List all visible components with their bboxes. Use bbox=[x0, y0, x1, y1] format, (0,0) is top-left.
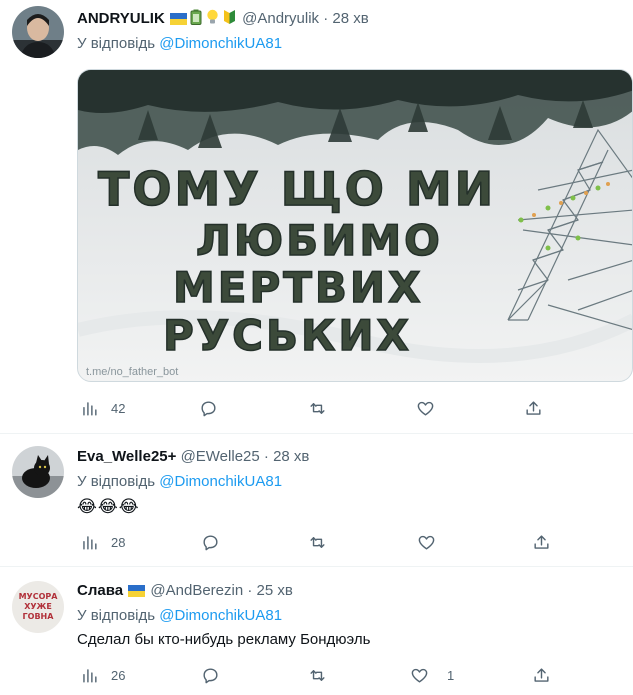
like-button[interactable] bbox=[417, 528, 448, 556]
media-watermark: t.me/no_father_bot bbox=[86, 366, 178, 378]
tweet-actions: 42 bbox=[77, 394, 577, 422]
reply-mention-link[interactable]: @DimonchikUA81 bbox=[159, 35, 282, 52]
tweet-eva-welle[interactable]: Eva_Welle25+ @EWelle25 · 28 хв У відпові… bbox=[0, 434, 633, 566]
tweet-photo[interactable]: ТОМУ ЩО МИ ЛЮБИМО МЕРТВИХ РУСЬКИХ t.me/n… bbox=[77, 69, 633, 382]
author-name[interactable]: Слава bbox=[77, 582, 123, 599]
views-count: 42 bbox=[111, 400, 126, 416]
avatar[interactable] bbox=[12, 6, 64, 58]
share-icon bbox=[534, 667, 549, 682]
retweet-button[interactable] bbox=[308, 661, 339, 689]
reply-prefix: У відповідь bbox=[77, 473, 156, 490]
tweet-text: Сделал бы кто-нибудь рекламу Бондюэль bbox=[77, 631, 371, 648]
media-text-line-1: ТОМУ ЩО МИ bbox=[98, 162, 496, 216]
avatar[interactable]: МУСОРА ХУЖЕ ГОВНА bbox=[12, 581, 64, 633]
separator-dot: · bbox=[247, 582, 253, 599]
views-button[interactable]: 28 bbox=[80, 528, 125, 556]
tweet-timestamp[interactable]: 28 хв bbox=[273, 448, 309, 465]
author-handle[interactable]: @Andryulik bbox=[242, 10, 319, 27]
tweet-andryulik[interactable]: ANDRYULIK @Andryulik · 28 хв У відповідь… bbox=[0, 0, 633, 433]
share-icon bbox=[534, 534, 549, 549]
views-button[interactable]: 26 bbox=[80, 661, 125, 689]
views-count: 28 bbox=[111, 534, 126, 550]
heart-icon bbox=[411, 668, 428, 683]
like-count: 1 bbox=[447, 667, 455, 683]
avatar-sign-line-2: ХУЖЕ bbox=[24, 602, 52, 611]
views-count: 26 bbox=[111, 667, 126, 683]
tweet-actions: 26 1 bbox=[77, 661, 577, 689]
media-text-line-2: ЛЮБИМО bbox=[196, 216, 443, 265]
tweet-header: Слава @AndBerezin · 25 хв bbox=[77, 581, 293, 601]
reply-prefix: У відповідь bbox=[77, 607, 156, 624]
avatar[interactable] bbox=[12, 446, 64, 498]
share-icon bbox=[526, 400, 541, 415]
retweet-icon bbox=[310, 402, 325, 414]
tweet-header: Eva_Welle25+ @EWelle25 · 28 хв bbox=[77, 447, 309, 467]
reply-mention-link[interactable]: @DimonchikUA81 bbox=[159, 473, 282, 490]
views-icon bbox=[83, 535, 97, 550]
reply-context: У відповідь @DimonchikUA81 bbox=[77, 472, 282, 492]
author-name[interactable]: ANDRYULIK bbox=[77, 10, 165, 27]
media-text-line-3: МЕРТВИХ bbox=[173, 263, 423, 312]
share-button[interactable] bbox=[532, 661, 551, 689]
author-handle[interactable]: @AndBerezin bbox=[150, 582, 243, 599]
ukraine-flag-icon bbox=[169, 13, 187, 25]
share-button[interactable] bbox=[524, 394, 543, 422]
reply-button[interactable] bbox=[199, 394, 230, 422]
ukraine-flag-icon bbox=[128, 585, 146, 597]
author-handle[interactable]: @EWelle25 bbox=[181, 448, 260, 465]
author-name[interactable]: Eva_Welle25+ bbox=[77, 448, 176, 465]
avatar-sign-line-3: ГОВНА bbox=[22, 612, 54, 621]
reply-icon bbox=[203, 667, 218, 683]
reply-context: У відповідь @DimonchikUA81 bbox=[77, 606, 282, 626]
retweet-button[interactable] bbox=[308, 394, 339, 422]
tweet-timestamp[interactable]: 28 хв bbox=[332, 10, 368, 27]
retweet-button[interactable] bbox=[308, 528, 339, 556]
views-icon bbox=[83, 668, 97, 683]
reply-icon bbox=[203, 534, 218, 550]
reply-context: У відповідь @DimonchikUA81 bbox=[77, 34, 282, 54]
reply-button[interactable] bbox=[201, 661, 232, 689]
tweet-timestamp[interactable]: 25 хв bbox=[257, 582, 293, 599]
reply-mention-link[interactable]: @DimonchikUA81 bbox=[159, 607, 282, 624]
share-button[interactable] bbox=[532, 528, 551, 556]
reply-button[interactable] bbox=[201, 528, 232, 556]
avatar-sign: МУСОРА ХУЖЕ ГОВНА bbox=[12, 581, 64, 633]
tweet-text: 😂😂😂 bbox=[77, 497, 140, 516]
views-button[interactable]: 42 bbox=[80, 394, 125, 422]
retweet-icon bbox=[310, 669, 325, 681]
avatar-sign-line-1: МУСОРА bbox=[18, 592, 58, 601]
media-text-line-4: РУСЬКИХ bbox=[163, 311, 412, 360]
tweet-actions: 28 bbox=[77, 528, 577, 556]
separator-dot: · bbox=[323, 10, 329, 27]
heart-icon bbox=[418, 535, 435, 550]
views-icon bbox=[83, 401, 97, 416]
name-emojis bbox=[169, 9, 242, 27]
light-bulb-icon bbox=[207, 9, 218, 24]
heart-icon bbox=[417, 401, 434, 416]
like-button[interactable] bbox=[416, 394, 447, 422]
retweet-icon bbox=[310, 536, 325, 548]
tweet-slava[interactable]: МУСОРА ХУЖЕ ГОВНА Слава @AndBerezin · 25… bbox=[0, 567, 633, 695]
beginner-symbol-icon bbox=[223, 10, 235, 24]
reply-icon bbox=[201, 400, 216, 416]
tweet-header: ANDRYULIK @Andryulik · 28 хв bbox=[77, 9, 369, 29]
reply-prefix: У відповідь bbox=[77, 35, 156, 52]
like-button[interactable]: 1 bbox=[410, 661, 454, 689]
separator-dot: · bbox=[263, 448, 269, 465]
battery-icon bbox=[190, 9, 202, 25]
